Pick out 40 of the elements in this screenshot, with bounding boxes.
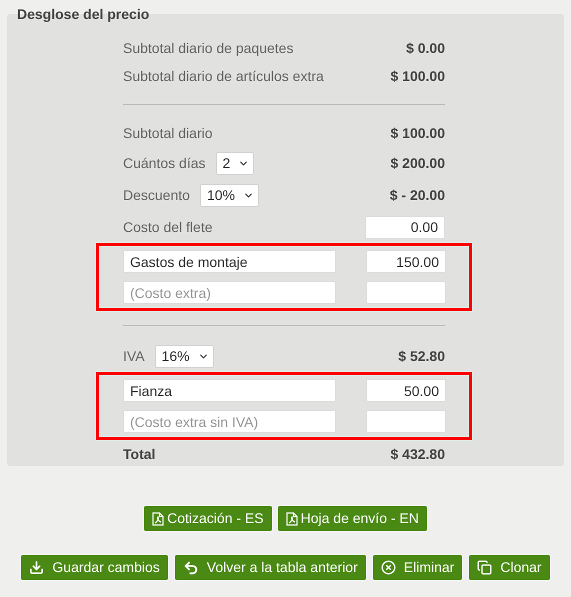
copy-icon <box>477 560 492 575</box>
description-field[interactable]: Fianza <box>123 379 336 402</box>
pdf-file-icon <box>286 512 298 526</box>
amount-field[interactable] <box>366 281 446 304</box>
dropdown[interactable]: 10% <box>200 184 259 206</box>
row-label: Subtotal diario de paquetes <box>123 38 294 58</box>
row-label: Subtotal diario <box>123 124 213 142</box>
description-field[interactable]: (Costo extra) <box>123 281 336 304</box>
amount-value: $ 100.00 <box>390 124 445 142</box>
action-button[interactable]: Guardar cambios <box>21 555 168 580</box>
row-label: Cuántos días <box>123 154 206 172</box>
amount-field[interactable]: 0.00 <box>365 216 445 238</box>
amount-field[interactable] <box>366 410 446 433</box>
close-icon <box>380 560 396 575</box>
amount-value: $ 0.00 <box>406 38 445 58</box>
row-label: Subtotal diario de artículos extra <box>123 66 324 86</box>
dropdown[interactable]: 16% <box>154 344 214 368</box>
amount-field[interactable]: 50.00 <box>366 379 446 402</box>
action-button[interactable]: Hoja de envío - EN <box>278 506 427 531</box>
amount-value: $ 432.80 <box>390 444 445 464</box>
row-label: Descuento <box>123 186 190 204</box>
amount-value: $ 52.80 <box>398 346 445 366</box>
amount-field[interactable]: 150.00 <box>366 250 446 273</box>
description-field[interactable]: Gastos de montaje <box>123 250 336 273</box>
description-field[interactable]: (Costo extra sin IVA) <box>123 410 336 433</box>
amount-value: $ 100.00 <box>390 66 445 86</box>
dropdown[interactable]: 2 <box>216 152 254 174</box>
action-button[interactable]: Clonar <box>469 555 550 580</box>
section-title: Desglose del precio <box>17 6 150 22</box>
reply-icon <box>182 560 199 576</box>
action-button[interactable]: Cotización - ES <box>144 506 272 531</box>
download-icon <box>29 560 44 575</box>
row-label: Costo del flete <box>123 218 212 236</box>
amount-value: $ 200.00 <box>390 154 445 172</box>
amount-value: $ - 20.00 <box>390 186 445 204</box>
pdf-file-icon <box>152 512 164 526</box>
row-label: Total <box>123 444 156 464</box>
action-button[interactable]: Eliminar <box>372 555 462 580</box>
action-button[interactable]: Volver a la tabla anterior <box>174 555 366 580</box>
row-label: IVA <box>123 346 145 366</box>
